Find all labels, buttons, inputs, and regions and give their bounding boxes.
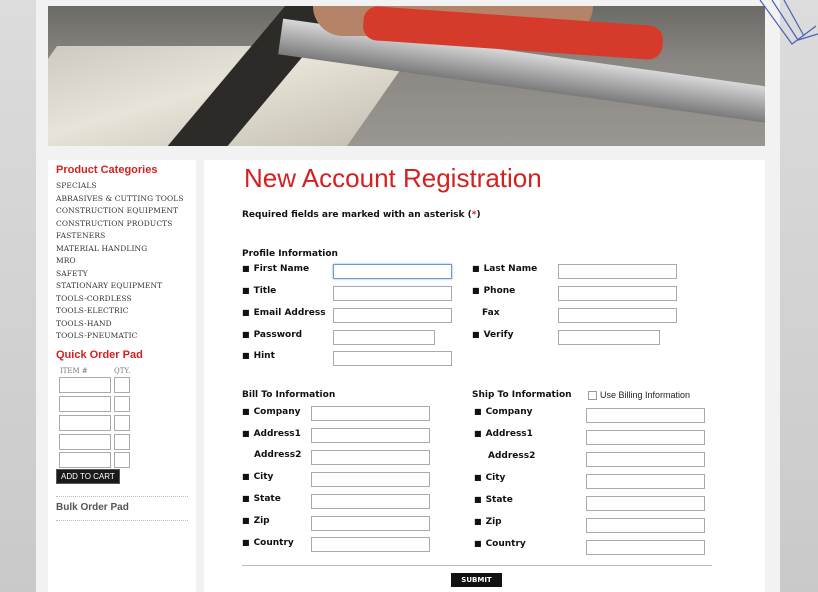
ship-city-label: ■ City xyxy=(474,473,506,483)
bulk-order-pad-link[interactable]: Bulk Order Pad xyxy=(56,502,129,513)
item-number-input[interactable] xyxy=(59,415,111,431)
ship-address2-field[interactable] xyxy=(586,452,705,467)
category-link[interactable]: SAFETY xyxy=(56,268,184,281)
ship-address1-label: ■ Address1 xyxy=(474,429,533,439)
ship-address2-label: Address2 xyxy=(488,451,536,461)
bill-to-heading: Bill To Information xyxy=(242,390,336,400)
required-fields-note: Required fields are marked with an aster… xyxy=(242,210,481,220)
ship-state-label: ■ State xyxy=(474,495,513,505)
category-link[interactable]: CONSTRUCTION EQUIPMENT xyxy=(56,205,184,218)
bill-address1-field[interactable] xyxy=(311,428,430,443)
bill-country-label: ■ Country xyxy=(242,538,294,548)
fax-label: Fax xyxy=(482,308,500,318)
ship-company-field[interactable] xyxy=(586,408,705,423)
qty-header: QTY. xyxy=(114,367,131,375)
category-link[interactable]: ABRASIVES & CUTTING TOOLS xyxy=(56,193,184,206)
fax-field[interactable] xyxy=(558,308,677,323)
ship-city-field[interactable] xyxy=(586,474,705,489)
item-number-input[interactable] xyxy=(59,396,111,412)
category-link[interactable]: STATIONARY EQUIPMENT xyxy=(56,280,184,293)
bill-address2-field[interactable] xyxy=(311,450,430,465)
verify-password-field[interactable] xyxy=(558,330,660,345)
category-link[interactable]: CONSTRUCTION PRODUCTS xyxy=(56,218,184,231)
sidebar: Product Categories SPECIALS ABRASIVES & … xyxy=(48,160,196,592)
add-to-cart-button[interactable]: ADD TO CART xyxy=(56,469,120,484)
password-label: ■ Password xyxy=(242,330,303,340)
item-number-header: ITEM # xyxy=(60,367,88,375)
ship-state-field[interactable] xyxy=(586,496,705,511)
ship-to-heading: Ship To Information xyxy=(472,390,572,400)
email-label: ■ Email Address xyxy=(242,308,326,318)
bill-country-field[interactable] xyxy=(311,537,430,552)
registration-form: New Account Registration Required fields… xyxy=(204,160,765,592)
submit-button[interactable]: SUBMIT xyxy=(451,573,502,587)
qty-input[interactable] xyxy=(114,377,130,393)
password-field[interactable] xyxy=(333,330,435,345)
bill-state-label: ■ State xyxy=(242,494,281,504)
qty-input[interactable] xyxy=(114,452,130,468)
required-note-close: ) xyxy=(476,210,481,220)
bill-city-label: ■ City xyxy=(242,472,274,482)
last-name-label: ■ Last Name xyxy=(472,264,538,274)
use-billing-label[interactable]: Use Billing Information xyxy=(600,390,690,400)
divider xyxy=(56,496,188,497)
qty-input[interactable] xyxy=(114,434,130,450)
page-title: New Account Registration xyxy=(244,163,542,193)
category-link[interactable]: TOOLS-ELECTRIC xyxy=(56,305,184,318)
ship-address1-field[interactable] xyxy=(586,430,705,445)
divider xyxy=(56,520,188,521)
category-link[interactable]: TOOLS-PNEUMATIC xyxy=(56,330,184,343)
ship-company-label: ■ Company xyxy=(474,407,533,417)
title-field[interactable] xyxy=(333,286,452,301)
category-link[interactable]: MATERIAL HANDLING xyxy=(56,243,184,256)
bill-company-label: ■ Company xyxy=(242,407,301,417)
phone-label: ■ Phone xyxy=(472,286,516,296)
bill-zip-field[interactable] xyxy=(311,516,430,531)
use-billing-checkbox[interactable] xyxy=(588,391,597,400)
title-label: ■ Title xyxy=(242,286,277,296)
hero-banner-image xyxy=(48,6,765,146)
bill-zip-label: ■ Zip xyxy=(242,516,270,526)
bill-state-field[interactable] xyxy=(311,494,430,509)
profile-information-heading: Profile Information xyxy=(242,249,338,259)
bill-company-field[interactable] xyxy=(311,406,430,421)
last-name-field[interactable] xyxy=(558,264,677,279)
first-name-field[interactable] xyxy=(333,264,452,279)
email-field[interactable] xyxy=(333,308,452,323)
ship-country-label: ■ Country xyxy=(474,539,526,549)
qty-input[interactable] xyxy=(114,396,130,412)
bill-city-field[interactable] xyxy=(311,472,430,487)
decorative-lines-icon xyxy=(759,0,818,45)
required-note-text: Required fields are marked with an aster… xyxy=(242,210,472,220)
first-name-label: ■ First Name xyxy=(242,264,310,274)
category-link[interactable]: TOOLS-CORDLESS xyxy=(56,293,184,306)
ship-country-field[interactable] xyxy=(586,540,705,555)
item-number-input[interactable] xyxy=(59,452,111,468)
category-link[interactable]: SPECIALS xyxy=(56,180,184,193)
ship-zip-field[interactable] xyxy=(586,518,705,533)
item-number-input[interactable] xyxy=(59,377,111,393)
quick-order-pad-heading: Quick Order Pad xyxy=(56,349,143,361)
hint-label: ■ Hint xyxy=(242,351,275,361)
bill-address1-label: ■ Address1 xyxy=(242,429,301,439)
product-categories-heading: Product Categories xyxy=(56,164,158,176)
category-list: SPECIALS ABRASIVES & CUTTING TOOLS CONST… xyxy=(56,180,184,343)
verify-label: ■ Verify xyxy=(472,330,514,340)
category-link[interactable]: TOOLS-HAND xyxy=(56,318,184,331)
category-link[interactable]: MRO xyxy=(56,255,184,268)
phone-field[interactable] xyxy=(558,286,677,301)
category-link[interactable]: FASTENERS xyxy=(56,230,184,243)
item-number-input[interactable] xyxy=(59,434,111,450)
hint-field[interactable] xyxy=(333,351,452,366)
bill-address2-label: Address2 xyxy=(254,450,302,460)
divider xyxy=(242,565,712,566)
qty-input[interactable] xyxy=(114,415,130,431)
ship-zip-label: ■ Zip xyxy=(474,517,502,527)
